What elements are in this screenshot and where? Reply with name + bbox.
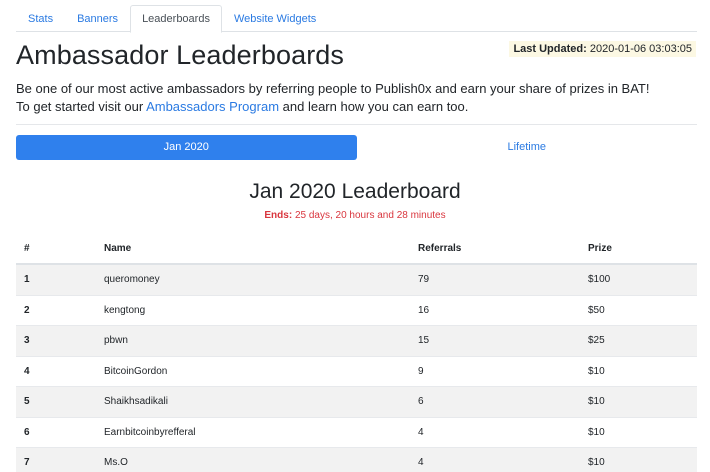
table-row: 6 Earnbitcoinbyrefferal 4 $10 [16,418,697,448]
intro-text: Be one of our most active ambassadors by… [16,80,649,116]
last-updated-badge: Last Updated: 2020-01-06 03:03:05 [509,41,696,57]
intro-line-2: To get started visit our Ambassadors Pro… [16,98,649,116]
table-row: 5 Shaikhsadikali 6 $10 [16,387,697,418]
prize-cell: $25 [588,335,605,347]
period-tab-lifetime[interactable]: Lifetime [357,135,698,160]
column-header-referrals: Referrals [418,243,462,254]
period-tabs: Jan 2020 Lifetime [16,135,697,160]
intro-line-2-prefix: To get started visit our [16,99,147,114]
prize-cell: $100 [588,274,611,286]
ends-label: Ends: [264,210,293,221]
table-header: # Name Referrals Prize [16,234,697,265]
rank-cell: 6 [24,426,30,438]
intro-line-1: Be one of our most active ambassadors by… [16,81,650,96]
intro-line-2-suffix: and learn how you can earn too. [279,99,469,114]
referrals-cell: 4 [418,457,424,469]
prize-cell: $50 [588,304,605,316]
last-updated-label: Last Updated: [513,43,587,55]
ambassadors-program-link[interactable]: Ambassadors Program [146,99,279,114]
leaderboard-title: Jan 2020 Leaderboard [249,180,461,203]
page-title: Ambassador Leaderboards [16,40,345,70]
table-row: 1 queromoney 79 $100 [16,265,697,296]
column-header-name: Name [104,243,132,254]
rank-cell: 1 [24,274,30,286]
referrals-cell: 16 [418,304,430,316]
prize-cell: $10 [588,457,605,469]
column-header-rank: # [24,243,30,254]
prize-cell: $10 [588,426,605,438]
rank-cell: 5 [24,396,30,408]
tab-leaderboards[interactable]: Leaderboards [130,5,222,33]
name-cell: BitcoinGordon [104,365,168,377]
leaderboard-table: # Name Referrals Prize 1 queromoney 79 $… [16,234,697,472]
ends-value: 25 days, 20 hours and 28 minutes [294,210,446,221]
leaderboard-ends: Ends: 25 days, 20 hours and 28 minutes [0,210,710,221]
table-row: 4 BitcoinGordon 9 $10 [16,357,697,387]
name-cell: Earnbitcoinbyrefferal [104,426,196,438]
referrals-cell: 15 [418,335,430,347]
referrals-cell: 79 [418,274,430,286]
name-cell: Shaikhsadikali [104,396,168,408]
name-cell: kengtong [104,304,146,316]
prize-cell: $10 [588,365,605,377]
table-row: 7 Ms.O 4 $10 [16,448,697,472]
rank-cell: 7 [24,457,30,469]
tab-banners[interactable]: Banners [65,5,130,32]
prize-cell: $10 [588,396,605,408]
rank-cell: 3 [24,335,30,347]
last-updated-value: 2020-01-06 03:03:05 [589,43,692,55]
name-cell: queromoney [104,274,160,286]
column-header-prize: Prize [588,243,612,254]
name-cell: Ms.O [104,457,128,469]
tab-website-widgets[interactable]: Website Widgets [222,5,328,32]
referrals-cell: 9 [418,365,424,377]
referrals-cell: 6 [418,396,424,408]
nav-tabs: Stats Banners Leaderboards Website Widge… [16,5,697,33]
divider [16,124,697,125]
rank-cell: 4 [24,365,30,377]
tab-stats[interactable]: Stats [16,5,65,32]
table-row: 3 pbwn 15 $25 [16,326,697,357]
name-cell: pbwn [104,335,128,347]
table-row: 2 kengtong 16 $50 [16,296,697,326]
referrals-cell: 4 [418,426,424,438]
period-tab-jan-2020[interactable]: Jan 2020 [16,135,357,160]
rank-cell: 2 [24,304,30,316]
